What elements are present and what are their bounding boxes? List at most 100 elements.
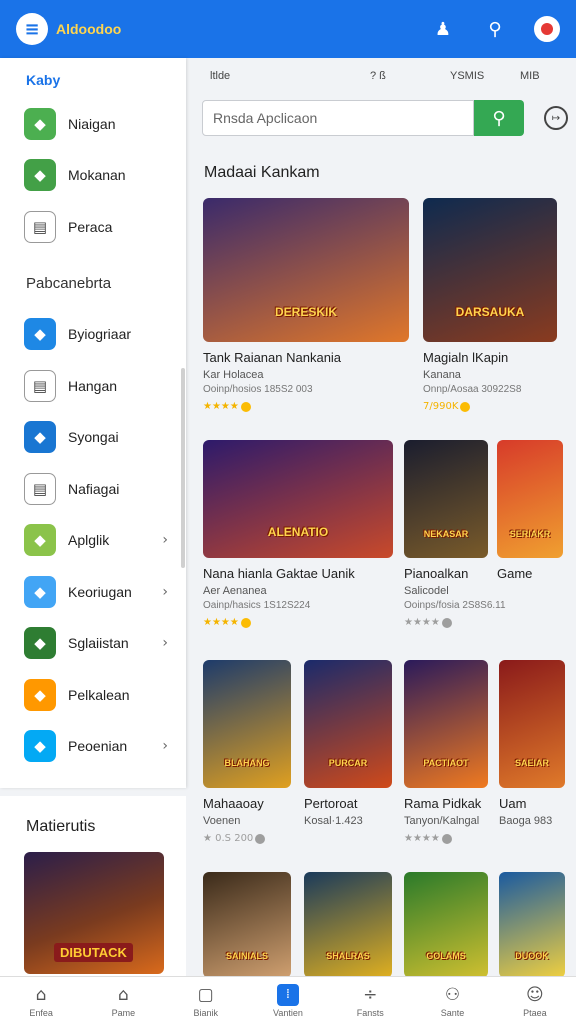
app-thumbnail[interactable]: PACTIAOT xyxy=(404,660,488,788)
search-icon: ⚲ xyxy=(492,107,506,129)
app-rating: ★★★★ xyxy=(404,617,488,628)
avatar-icon[interactable] xyxy=(534,16,560,42)
strip-right2: MIB xyxy=(520,70,540,82)
app-card[interactable]: BLAHANG Mahaaoay Voenen ★ 0.S 200 xyxy=(203,660,291,844)
app-card[interactable]: SHALRAS xyxy=(304,872,392,976)
nav-label: Enfea xyxy=(29,1007,53,1018)
nav-item[interactable]: ⚇ Sante xyxy=(411,977,493,1024)
game-character-icon: ◆ xyxy=(24,107,56,140)
app-thumbnail[interactable]: SHALRAS xyxy=(304,872,392,976)
app-card[interactable]: NEKASAR Pianoalkan Salicodel Ooinps/fosia 2… xyxy=(404,440,506,628)
sidebar-scrollbar[interactable] xyxy=(181,368,185,568)
nav-label: Sante xyxy=(440,1007,465,1018)
app-thumbnail[interactable]: NEKASAR xyxy=(404,440,488,558)
sidebar-section-title: Kaby xyxy=(26,72,61,88)
apps-icon: ⁞ xyxy=(276,983,299,1006)
app-card[interactable]: SAEIAR Uam Baoga 983 xyxy=(499,660,565,827)
character-green-icon: ◆ xyxy=(24,524,56,557)
chevron-right-icon: › xyxy=(162,532,168,549)
nav-label: Fansts xyxy=(356,1007,384,1018)
profile-icon: ⚇ xyxy=(444,984,461,1005)
game-avatar-icon: ◆ xyxy=(24,318,56,351)
search-row: Rnsda Apclicaon ⚲ ↦ xyxy=(186,94,576,142)
home-icon: ⌂ xyxy=(118,984,129,1005)
top-app-bar: ≡ Aldoodoo ♟ ⚲ xyxy=(0,0,576,58)
search-icon[interactable]: ⚲ xyxy=(482,16,508,42)
featured-game-banner[interactable]: DIBUTACK xyxy=(24,852,164,974)
sidebar-group-title: Pabcanebrta xyxy=(26,274,112,292)
sidebar-item[interactable]: ◆ Keoriugan › xyxy=(0,566,186,618)
app-card[interactable]: DUOOK xyxy=(499,872,565,976)
app-thumbnail[interactable]: DERESKIK xyxy=(203,198,409,342)
app-card[interactable]: SAINIALS xyxy=(203,872,291,976)
thumbnail-title: NEKASAR xyxy=(423,529,469,540)
app-card[interactable]: SERIAKR Game xyxy=(497,440,563,581)
sidebar-item-label: Hangan xyxy=(68,377,118,394)
coin-icon xyxy=(460,401,471,412)
nav-item[interactable]: ⌂ Enfea xyxy=(0,977,82,1024)
sidebar-item[interactable]: ◆ Pelkalean xyxy=(0,669,186,721)
home-alert-icon: ⌂ xyxy=(35,984,47,1005)
sidebar-item-label: Nafiagai xyxy=(68,480,120,497)
thumbnail-title: SERIAKR xyxy=(509,529,551,540)
sidebar-item[interactable]: ◆ Mokanan xyxy=(0,150,186,202)
sidebar-item[interactable]: ◆ Sglaiistan › xyxy=(0,618,186,670)
app-title: Pianoalkan xyxy=(404,566,469,581)
thumbnail-title: PACTIAOT xyxy=(423,757,469,768)
app-thumbnail[interactable]: DUOOK xyxy=(499,872,565,976)
face-icon: ☺ xyxy=(525,984,544,1005)
app-icon: ▢ xyxy=(197,984,214,1005)
thumbnail-title: ALENATIO xyxy=(267,525,329,540)
app-rating: ★★★★ xyxy=(203,401,409,412)
app-developer: Salicodel xyxy=(404,585,449,597)
nav-item[interactable]: ▢ Bianik xyxy=(165,977,247,1024)
sidebar-item[interactable]: ◆ Peoenian › xyxy=(0,721,186,773)
sidebar-item[interactable]: ◆ Niaigan xyxy=(0,98,186,150)
app-card[interactable]: PACTIAOT Rama Pidkak Tanyon/Kalngal ★★★★ xyxy=(404,660,488,844)
app-meta: Ooinps/fosia 2S8S6.11 xyxy=(404,600,506,611)
nav-item[interactable]: ☺ Ptaea xyxy=(494,977,576,1024)
sidebar-item[interactable]: ▤ Nafiagai xyxy=(0,463,186,515)
nav-item[interactable]: ÷ Fansts xyxy=(329,977,411,1024)
nav-item[interactable]: ⁞ Vantien xyxy=(247,977,329,1024)
app-card[interactable]: ALENATIO Nana hianla Gaktae Uanik Aer Aena… xyxy=(203,440,393,628)
app-card[interactable]: DARSAUKA Magialn lKapin Kanana Onnp/Aosaa 3… xyxy=(423,198,557,412)
app-thumbnail[interactable]: BLAHANG xyxy=(203,660,291,788)
app-card[interactable]: DERESKIK Tank Raianan Nankania Kar Holacea… xyxy=(203,198,409,412)
app-card[interactable]: PURCAR Pertoroat Kosal·1.423 xyxy=(304,660,392,827)
app-developer: Kar Holacea xyxy=(203,369,264,381)
app-thumbnail[interactable]: ALENATIO xyxy=(203,440,393,558)
app-developer: Kanana xyxy=(423,369,461,381)
sidebar-item-label: Mokanan xyxy=(68,167,126,184)
info-strip: ltlde ? ß YSMIS MIB xyxy=(186,58,576,94)
sidebar-item[interactable]: ▤ Peraca xyxy=(0,201,186,253)
orange-app-icon: ◆ xyxy=(24,678,56,711)
app-thumbnail[interactable]: DARSAUKA xyxy=(423,198,557,342)
sidebar-item[interactable]: ▤ Hangan xyxy=(0,360,186,412)
search-button[interactable]: ⚲ xyxy=(474,100,524,136)
history-icon[interactable]: ↦ xyxy=(544,106,568,130)
sidebar-item[interactable]: ◆ Syongai xyxy=(0,412,186,464)
sidebar-item-label: Aplglik xyxy=(68,532,110,549)
nav-item[interactable]: ⌂ Pame xyxy=(82,977,164,1024)
app-logo[interactable]: ≡ xyxy=(16,13,48,45)
search-input[interactable]: Rnsda Apclicaon xyxy=(202,100,474,136)
app-thumbnail[interactable]: SAEIAR xyxy=(499,660,565,788)
app-thumbnail[interactable]: GOLAMS xyxy=(404,872,488,976)
nav-label: Vantien xyxy=(273,1007,303,1018)
app-thumbnail[interactable]: SAINIALS xyxy=(203,872,291,976)
app-meta: Ooinp/hosios 185S2 003 xyxy=(203,384,313,395)
rating-stars: ★★★★ xyxy=(404,617,440,628)
strip-mid: ? ß xyxy=(370,70,386,82)
app-thumbnail[interactable]: SERIAKR xyxy=(497,440,563,558)
main-content: ltlde ? ß YSMIS MIB Rnsda Apclicaon ⚲ ↦ … xyxy=(186,58,576,976)
window-icon: ▤ xyxy=(24,369,56,402)
sidebar-item[interactable]: ◆ Aplglik › xyxy=(0,515,186,567)
sidebar-item[interactable]: ◆ Byiogriaar xyxy=(0,309,186,361)
app-card[interactable]: GOLAMS xyxy=(404,872,488,976)
thumbnail-title: DUOOK xyxy=(515,951,549,962)
app-developer: Kosal·1.423 xyxy=(304,815,363,827)
sidebar-item-label: Sglaiistan xyxy=(68,635,129,652)
app-thumbnail[interactable]: PURCAR xyxy=(304,660,392,788)
person-icon[interactable]: ♟ xyxy=(430,16,456,42)
